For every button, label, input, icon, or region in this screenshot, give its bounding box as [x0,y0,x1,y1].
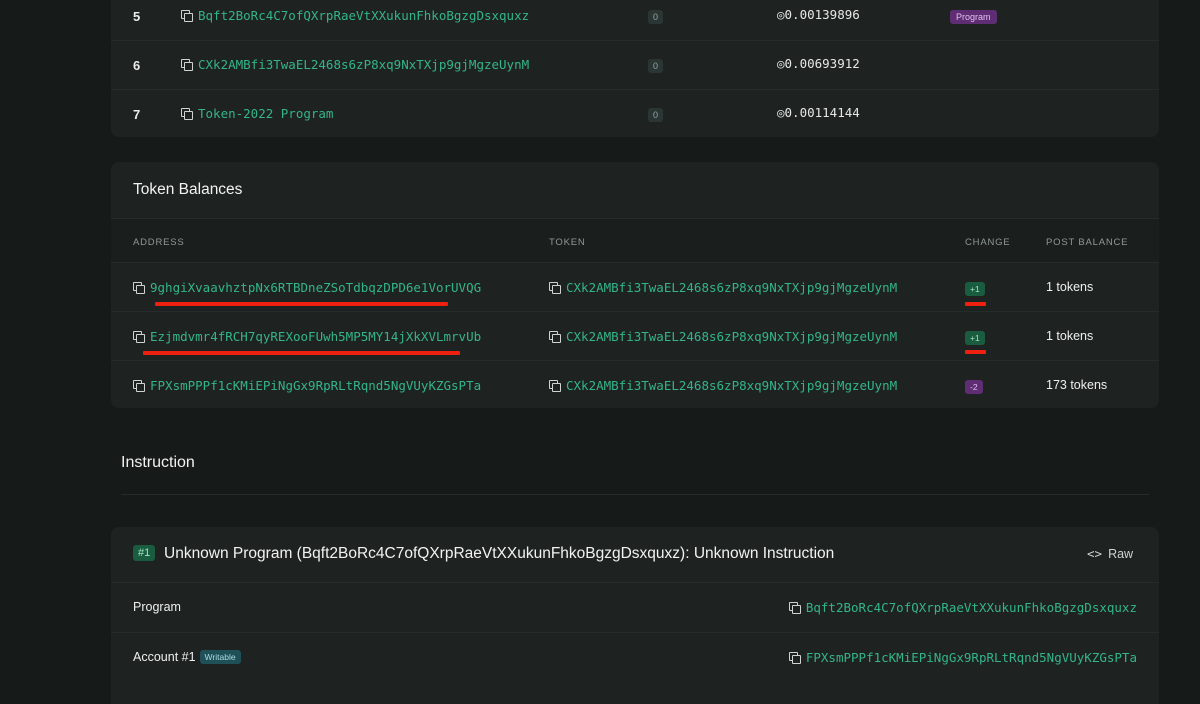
accounts-card: 5 Bqft2BoRc4C7ofQXrpRaeVtXXukunFhkoBgzgD… [111,0,1159,137]
account-row: 6 CXk2AMBfi3TwaEL2468s6zP8xq9NxTXjp9gjMg… [111,40,1159,89]
copy-icon[interactable] [181,10,193,22]
account-balance: ◎0.00139896 [777,7,860,22]
change-badge: +1 [965,282,985,296]
row-label: Account #1 Writable [133,650,241,664]
instruction-row: Account #1 Writable FPXsmPPPf1cKMiEPiNgGx… [111,632,1159,682]
code-icon: <> [1087,546,1103,561]
account-address-link[interactable]: Bqft2BoRc4C7ofQXrpRaeVtXXukunFhkoBgzgDsx… [181,8,529,23]
account-index: 6 [133,58,141,73]
token-mint-link[interactable]: CXk2AMBfi3TwaEL2468s6zP8xq9NxTXjp9gjMgze… [549,378,897,393]
account-balance: ◎0.00693912 [777,56,860,71]
copy-icon[interactable] [549,282,561,294]
account-index: 5 [133,9,141,24]
account-row: 7 Token-2022 Program 0 ◎0.00114144 [111,89,1159,137]
instruction-section-title: Instruction [121,454,195,471]
header-change: CHANGE [965,237,1011,248]
change-badge: -2 [965,380,983,394]
account-address-link[interactable]: CXk2AMBfi3TwaEL2468s6zP8xq9NxTXjp9gjMgze… [181,57,529,72]
account-address-link[interactable]: FPXsmPPPf1cKMiEPiNgGx9RpRLtRqnd5NgVUyKZG… [788,650,1137,665]
token-account-link[interactable]: Ezjmdvmr4fRCH7qyREXooFUwh5MP5MY14jXkXVLm… [133,329,481,344]
header-token: TOKEN [549,237,586,248]
instruction-row: Program Bqft2BoRc4C7ofQXrpRaeVtXXukunFhk… [111,582,1159,632]
copy-icon[interactable] [133,331,145,343]
instruction-card: #1 Unknown Program (Bqft2BoRc4C7ofQXrpRa… [111,527,1159,704]
token-table-header: ADDRESS TOKEN CHANGE POST BALANCE [111,218,1159,263]
annotation-underline [965,350,986,354]
instruction-header: #1 Unknown Program (Bqft2BoRc4C7ofQXrpRa… [111,527,1159,582]
row-label: Program [133,600,181,614]
instruction-number-badge: #1 [133,545,156,561]
annotation-underline [143,351,460,355]
program-address-link[interactable]: Bqft2BoRc4C7ofQXrpRaeVtXXukunFhkoBgzgDsx… [788,600,1137,615]
account-balance: ◎0.00114144 [777,105,860,120]
header-post-balance: POST BALANCE [1046,237,1129,248]
table-row: FPXsmPPPf1cKMiEPiNgGx9RpRLtRqnd5NgVUyKZG… [111,360,1159,408]
token-balances-card: Token Balances ADDRESS TOKEN CHANGE POST… [111,162,1159,408]
annotation-underline [155,302,448,306]
post-balance: 1 tokens [1046,329,1094,343]
instruction-title: Unknown Program (Bqft2BoRc4C7ofQXrpRaeVt… [164,545,835,562]
change-badge: +1 [965,331,985,345]
copy-icon[interactable] [133,380,145,392]
post-balance: 173 tokens [1046,378,1108,392]
copy-icon[interactable] [788,602,801,614]
account-index: 7 [133,107,141,122]
change-badge: 0 [648,10,664,24]
copy-icon[interactable] [181,108,193,120]
token-account-link[interactable]: FPXsmPPPf1cKMiEPiNgGx9RpRLtRqnd5NgVUyKZG… [133,378,481,393]
copy-icon[interactable] [133,282,145,294]
writable-badge: Writable [199,650,241,664]
post-balance: 1 tokens [1046,280,1094,294]
change-badge: 0 [648,59,664,73]
program-tag: Program [950,10,997,24]
token-account-link[interactable]: 9ghgiXvaavhztpNx6RTBDneZSoTdbqzDPD6e1Vor… [133,280,481,295]
copy-icon[interactable] [549,331,561,343]
divider [121,494,1149,495]
token-mint-link[interactable]: CXk2AMBfi3TwaEL2468s6zP8xq9NxTXjp9gjMgze… [549,329,897,344]
copy-icon[interactable] [181,59,193,71]
annotation-underline [965,302,986,306]
token-mint-link[interactable]: CXk2AMBfi3TwaEL2468s6zP8xq9NxTXjp9gjMgze… [549,280,897,295]
header-address: ADDRESS [133,237,185,248]
account-row: 5 Bqft2BoRc4C7ofQXrpRaeVtXXukunFhkoBgzgD… [111,0,1159,40]
copy-icon[interactable] [549,380,561,392]
account-address-link[interactable]: Token-2022 Program [181,106,333,121]
token-balances-title: Token Balances [133,181,243,198]
change-badge: 0 [648,108,664,122]
raw-button[interactable]: <> Raw [1087,546,1133,561]
copy-icon[interactable] [788,652,801,664]
